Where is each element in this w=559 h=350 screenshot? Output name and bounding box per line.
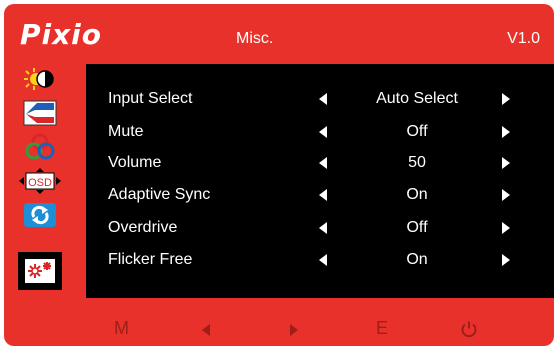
power-key-button[interactable] [460,320,478,343]
osd-window: Pixio Misc. V1.0 OSD Input Select Auto S… [4,4,554,346]
misc-icon [25,259,55,283]
svg-text:OSD: OSD [28,177,52,189]
brand-logo: Pixio [20,18,103,51]
left-arrow-icon[interactable] [319,222,327,234]
menu-row-adaptive-sync[interactable]: Adaptive Sync On [86,182,554,208]
menu-row-flicker-free[interactable]: Flicker Free On [86,247,554,273]
sidebar-item-brightness[interactable] [18,64,62,94]
menu-row-input-select[interactable]: Input Select Auto Select [86,86,554,112]
power-icon [461,321,477,338]
exit-key-button[interactable]: E [376,318,388,339]
menu-key-button[interactable]: M [114,318,129,339]
version-label: V1.0 [507,30,540,47]
right-arrow-icon[interactable] [502,254,510,266]
menu-row-label: Volume [108,154,162,171]
osd-icon: OSD [19,168,61,194]
menu-row-value: Auto Select [376,90,458,107]
left-arrow-icon[interactable] [319,189,327,201]
left-arrow-icon[interactable] [319,254,327,266]
menu-row-value: Off [406,219,428,236]
picture-icon [23,100,57,126]
sidebar-item-picture[interactable] [18,98,62,128]
right-key-button[interactable] [290,324,298,336]
brightness-contrast-icon [24,68,54,90]
left-arrow-icon[interactable] [319,157,327,169]
sidebar-item-misc[interactable] [18,252,62,290]
menu-row-value: On [406,251,428,268]
menu-row-mute[interactable]: Mute Off [86,119,554,145]
sidebar-item-color[interactable] [18,132,62,162]
menu-row-value: Off [406,123,428,140]
sidebar-item-osd[interactable]: OSD [18,166,62,196]
left-key-button[interactable] [202,324,210,336]
right-arrow-icon[interactable] [502,189,510,201]
right-arrow-icon[interactable] [502,157,510,169]
menu-row-label: Flicker Free [108,251,193,268]
right-arrow-icon[interactable] [502,93,510,105]
color-icon [25,133,55,160]
settings-panel: Input Select Auto Select Mute Off Volume… [86,64,554,298]
menu-title: Misc. [236,30,274,47]
menu-row-value: On [406,186,428,203]
reset-icon [24,203,56,227]
right-arrow-icon[interactable] [502,222,510,234]
menu-row-value: 50 [408,154,426,171]
left-arrow-icon[interactable] [319,93,327,105]
menu-row-label: Input Select [108,90,193,107]
menu-row-label: Mute [108,123,144,140]
left-arrow-icon[interactable] [319,126,327,138]
menu-row-volume[interactable]: Volume 50 [86,150,554,176]
sidebar-item-reset[interactable] [18,200,62,230]
menu-row-label: Overdrive [108,219,178,236]
menu-row-label: Adaptive Sync [108,186,211,203]
button-bar: M E [4,310,554,346]
right-arrow-icon[interactable] [502,126,510,138]
menu-row-overdrive[interactable]: Overdrive Off [86,215,554,241]
